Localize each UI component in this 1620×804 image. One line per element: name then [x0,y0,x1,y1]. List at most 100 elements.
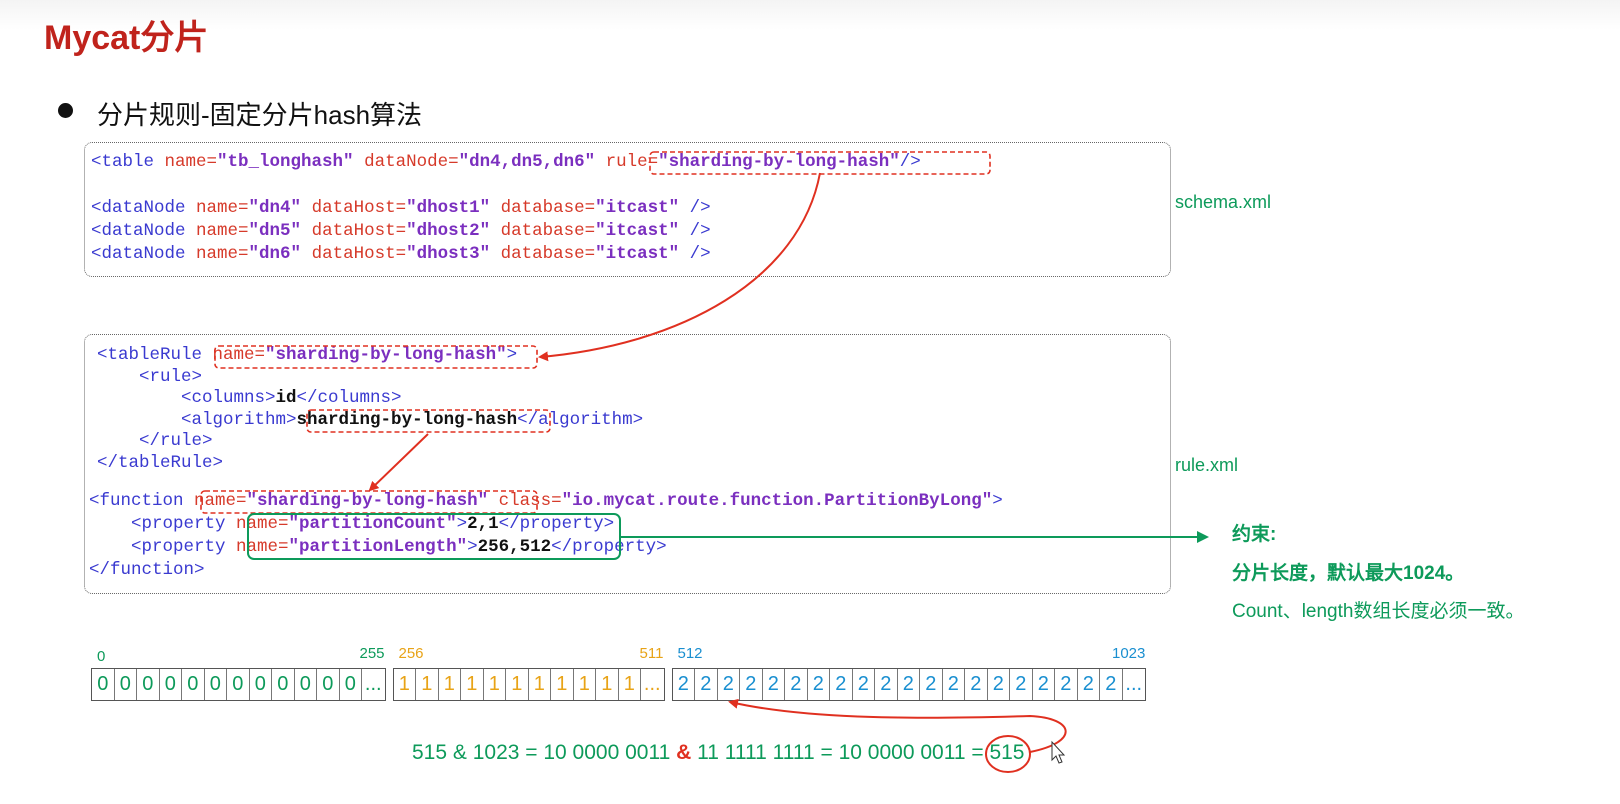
code-line: <algorithm>sharding-by-long-hash</algori… [97,410,643,432]
code-token: "sharding-by-long-hash" [246,491,489,511]
code-token: /> [679,244,711,264]
code-token: name= [236,514,289,534]
code-line: </rule> [97,431,643,453]
segment-end-label: 1023 [1112,645,1146,662]
code-token: "dn4" [248,198,302,218]
partition-cell: 0 [295,669,317,700]
code-token: "io.mycat.route.function.PartitionByLong… [561,491,993,511]
code-token: dataHost= [301,244,407,264]
partition-cell: 2 [920,669,943,700]
partition-cell: 0 [205,669,227,700]
code-token: name= [196,198,249,218]
top-band [0,0,1620,30]
code-line: <function name="sharding-by-long-hash" c… [89,490,1003,513]
code-token: sharding-by-long-hash [296,409,518,430]
partition-cell: 2 [1033,669,1055,700]
code-token: <algorithm> [97,409,297,430]
partition-segment: 2 2 2 2 2 2 2 2 2 2 2 2 2 2 2 2 2 2 2 2... [671,668,1146,701]
partition-segment: 0 0 0 0 0 0 0 0 0 0 0 0... [91,668,386,701]
code-line: </tableRule> [97,453,643,475]
rule-file-label: rule.xml [1175,455,1239,475]
code-token: database= [490,244,596,264]
code-line: <tableRule name="sharding-by-long-hash"> [97,345,643,367]
segment-end-label: 255 [359,645,385,662]
partition-cell: 2 [1010,669,1033,700]
partition-cell: 2 [988,669,1010,700]
code-token: "itcast" [595,198,680,218]
code-line: </function> [89,559,1003,582]
partition-cell: 2 [853,669,875,700]
code-token: > [456,514,468,534]
constraint-line-2: Count、length数组长度必须一致。 [1232,601,1525,622]
code-token: "partitionLength" [288,537,468,557]
bullet-icon [58,103,73,118]
code-token: "dhost3" [406,244,491,264]
cursor-icon [1051,740,1066,764]
code-token: /> [899,152,921,172]
code-token: </tableRule> [97,452,224,473]
code-line: <columns>id</columns> [97,388,643,410]
code-token: "sharding-by-long-hash" [658,152,900,172]
code-token: "dhost2" [406,221,491,241]
code-line: <dataNode name="dn4" dataHost="dhost1" d… [91,197,921,220]
partition-cell: 0 [250,669,272,700]
formula-result: 515 [989,741,1025,764]
code-token: </property> [551,537,667,557]
code-token: "partitionCount" [288,514,457,534]
partition-cell: 2 [875,669,898,700]
bullet-heading: 分片规则-固定分片hash算法 [97,100,423,130]
code-line: <table name="tb_longhash" dataNode="dn4,… [91,151,921,174]
code-token: name= [236,537,289,557]
constraint-line-1: 分片长度，默认最大1024。 [1232,563,1465,584]
partition-cell: 1 [551,669,574,700]
partition-cell: 0 [92,669,115,700]
partition-cell: 1 [439,669,461,700]
partition-cell: 0 [317,669,340,700]
code-line: <property name="partitionLength">256,512… [89,536,1003,559]
partition-cell: 0 [227,669,250,700]
partition-cell: 0 [272,669,295,700]
partition-cell: 2 [695,669,718,700]
segment-end-label: 511 [639,645,664,662]
code-token: id [275,388,297,408]
partition-cell: 1 [529,669,551,700]
partition-cell: 1 [416,669,439,700]
partition-ellipsis: ... [364,673,382,695]
code-token: > [506,345,518,365]
code-token: class= [498,491,562,511]
formula-amp: & [676,741,692,764]
schema-code: <table name="tb_longhash" dataNode="dn4,… [91,151,921,266]
code-token: 256,512 [477,537,552,557]
partition-cell: 2 [740,669,763,700]
code-token: "dn5" [248,221,302,241]
code-token: name= [212,345,266,365]
code-token: "dhost1" [406,198,491,218]
segment-start-label: 0 [97,648,106,665]
code-token: <dataNode [91,244,197,264]
partition-segment: 1 1 1 1 1 1 1 1 1 1 1... [392,668,665,701]
code-token: "itcast" [595,221,680,241]
code-token: dataHost= [301,198,407,218]
partition-cell: 1 [596,669,619,700]
partition-cell: 2 [808,669,830,700]
code-token: <rule> [97,366,203,387]
partition-cell: 2 [830,669,853,700]
table-rule-code: <tableRule name="sharding-by-long-hash">… [97,345,643,474]
partition-ellipsis: ... [643,673,661,695]
partition-cell: 0 [137,669,160,700]
code-line: <property name="partitionCount">2,1</pro… [89,513,1003,536]
code-token: <columns> [97,388,276,408]
partition-cell: 1 [506,669,529,700]
constraint-heading: 约束: [1232,524,1277,545]
code-token: "dn6" [248,244,302,264]
partition-cell: 2 [1078,669,1100,700]
partition-cell: 2 [673,669,695,700]
code-token: name= [164,152,218,172]
segment-start-label: 512 [677,645,703,662]
partition-cell: 2 [718,669,740,700]
partition-ellipsis: ... [1125,673,1143,695]
code-token: database= [490,221,596,241]
